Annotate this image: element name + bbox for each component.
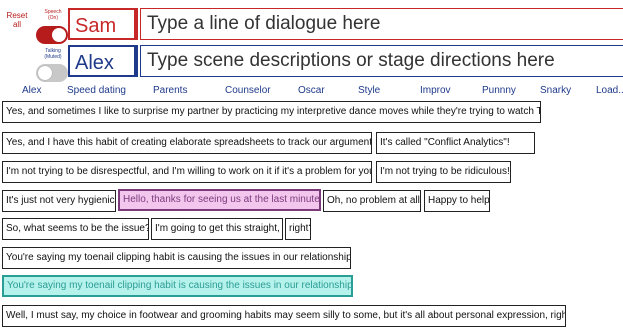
nav-item-snarky[interactable]: Snarky <box>540 85 571 97</box>
nav-item-improv[interactable]: Improv <box>420 85 451 97</box>
highlighted-dialogue-line[interactable]: You're saying my toenail clipping habit … <box>2 275 353 297</box>
highlighted-dialogue-line[interactable]: Hello, thanks for seeing us at the last … <box>118 189 321 211</box>
speech-toggle-label: Speech (On) <box>44 9 62 21</box>
dialogue-line[interactable]: I'm not trying to be disrespectful, and … <box>2 161 372 183</box>
dialogue-line[interactable]: Happy to help. <box>424 190 490 212</box>
scene-direction-input[interactable]: Type scene descriptions or stage directi… <box>140 45 623 77</box>
nav-item-punnny[interactable]: Punnny <box>482 85 516 97</box>
nav-item-speed-dating[interactable]: Speed dating <box>67 85 126 97</box>
dialogue-line[interactable]: You're saying my toenail clipping habit … <box>2 247 351 269</box>
dialogue-line[interactable]: Yes, and sometimes I like to surprise my… <box>2 101 541 123</box>
nav-item-alex[interactable]: Alex <box>22 85 41 97</box>
speaker-name-field[interactable]: Sam <box>68 8 138 40</box>
dialogue-input[interactable]: Type a line of dialogue here <box>140 8 623 40</box>
dialogue-line[interactable]: Well, I must say, my choice in footwear … <box>2 305 566 327</box>
talking-toggle[interactable] <box>36 64 68 82</box>
nav-item-oscar[interactable]: Oscar <box>298 85 325 97</box>
nav-item-parents[interactable]: Parents <box>153 85 187 97</box>
dialogue-line[interactable]: Yes, and I have this habit of creating e… <box>2 132 372 154</box>
nav-item-load[interactable]: Load... <box>596 85 623 97</box>
scene-name-field[interactable]: Alex <box>68 45 138 77</box>
dialogue-line[interactable]: So, what seems to be the issue? <box>2 218 149 240</box>
talking-toggle-label: Talking (Muted) <box>44 48 62 60</box>
toggle-knob <box>38 66 52 80</box>
reset-all-button[interactable]: Reset all <box>6 11 28 29</box>
dialogue-line[interactable]: right? <box>285 218 311 240</box>
dialogue-line[interactable]: It's called "Conflict Analytics"! <box>376 132 535 154</box>
speech-toggle[interactable] <box>36 26 68 44</box>
dialogue-line[interactable]: I'm going to get this straight, <box>151 218 283 240</box>
nav-item-counselor[interactable]: Counselor <box>225 85 271 97</box>
nav-item-style[interactable]: Style <box>358 85 380 97</box>
dialogue-line[interactable]: Oh, no problem at all! <box>323 190 421 212</box>
toggle-knob <box>52 28 66 42</box>
dialogue-line[interactable]: I'm not trying to be ridiculous! <box>376 161 511 183</box>
dialogue-line[interactable]: It's just not very hygienic! <box>2 190 116 212</box>
